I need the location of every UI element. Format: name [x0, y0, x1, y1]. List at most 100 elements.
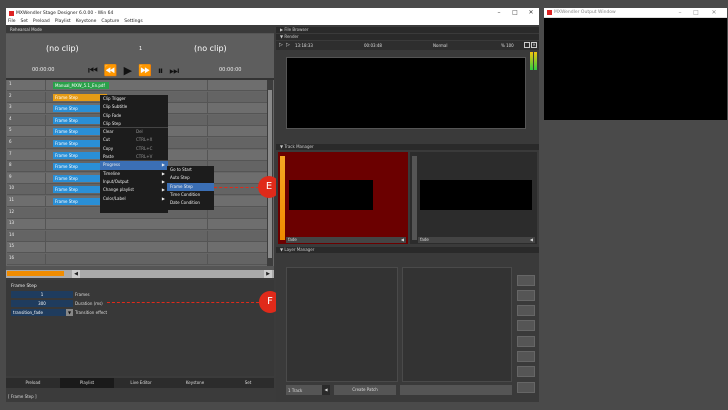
menu-preload[interactable]: Preload — [33, 19, 50, 24]
track-1-menu-icon[interactable]: ◀ — [401, 237, 404, 242]
layer-input-field[interactable] — [400, 385, 512, 395]
menu-item-clip-fade[interactable]: Clip Fade — [100, 112, 168, 120]
output-minimize-button[interactable]: – — [672, 8, 688, 18]
menu-item-input-output[interactable]: Input/Output ▶ — [100, 178, 168, 186]
table-row[interactable]: 1 Manual_MXW_5.1_En.pdf — [7, 80, 273, 91]
output-maximize-button[interactable]: □ — [688, 8, 704, 18]
track-2-menu-icon[interactable]: ◀ — [530, 237, 533, 242]
frames-field[interactable]: 1 — [11, 291, 73, 298]
row-divider — [45, 219, 46, 230]
menu-item-change-playlist[interactable]: Change playlist ▶ — [100, 186, 168, 194]
layer-slot-1[interactable] — [286, 267, 398, 382]
playlist-clip[interactable]: Frame Step — [53, 163, 107, 171]
maximize-button[interactable]: □ — [507, 8, 523, 18]
table-row[interactable]: 16 — [7, 254, 273, 265]
track-manager-header[interactable]: ▼ Track Manager — [276, 144, 539, 150]
step-back-icon[interactable]: ⏪ — [104, 64, 118, 77]
tab-playlist[interactable]: Playlist — [60, 378, 114, 388]
track-count-select[interactable]: 1 Track ◀ — [286, 385, 330, 395]
track-1[interactable]: fade ◀ — [278, 152, 408, 244]
tab-preload[interactable]: Preload — [6, 378, 60, 388]
menu-item-paste[interactable]: Paste CTRL+V — [100, 153, 168, 162]
playlist-clip[interactable]: Frame Step — [53, 151, 107, 159]
submenu-item-go-to-start[interactable]: Go to Start — [167, 166, 214, 174]
playlist-scrollbar[interactable] — [267, 80, 273, 266]
pause-icon[interactable]: ⏸ — [158, 64, 164, 77]
playlist-clip[interactable]: Frame Step — [53, 198, 107, 205]
chevron-down-icon[interactable]: ▼ — [66, 309, 73, 316]
close-button[interactable]: ✕ — [523, 8, 539, 18]
menu-item-clip-step[interactable]: Clip Step — [100, 120, 168, 129]
render-zoom[interactable]: % 100 — [501, 43, 514, 48]
layer-button-5[interactable] — [517, 336, 535, 347]
playlist-clip[interactable]: Frame Step — [53, 93, 107, 101]
layer-button-3[interactable] — [517, 305, 535, 316]
playlist-clip[interactable]: Manual_MXW_5.1_En.pdf — [53, 82, 109, 89]
menu-item-clip-trigger[interactable]: Clip Trigger — [100, 95, 168, 103]
playlist-clip[interactable]: Frame Step — [53, 140, 107, 147]
scrollbar-thumb[interactable] — [268, 90, 272, 258]
duration-field[interactable]: 300 — [11, 300, 73, 307]
skip-start-icon[interactable]: ⏮ — [88, 64, 98, 77]
render-next-icon[interactable]: ▷ — [286, 42, 290, 48]
menu-item-copy[interactable]: Copy CTRL+C — [100, 145, 168, 153]
playlist-hscroll[interactable]: ◀ ▶ — [6, 270, 274, 278]
table-row[interactable]: 14 — [7, 230, 273, 242]
track-2[interactable]: fade ◀ — [410, 152, 537, 244]
minimize-button[interactable]: – — [491, 8, 507, 18]
playlist-clip[interactable]: Frame Step — [53, 186, 107, 194]
submenu-item-date-condition[interactable]: Date Condition — [167, 199, 214, 207]
play-icon[interactable]: ▶ — [124, 64, 132, 77]
layer-button-2[interactable] — [517, 290, 535, 301]
menu-capture[interactable]: Capture — [101, 19, 119, 24]
row-divider — [207, 80, 208, 90]
submenu-item-time-condition[interactable]: Time Condition — [167, 191, 214, 199]
hscroll-right-icon[interactable]: ▶ — [264, 270, 272, 278]
render-play-icon[interactable]: ▷ — [279, 42, 283, 48]
playlist-clip[interactable]: Frame Step — [53, 174, 107, 182]
tab-live-editor[interactable]: Live Editor — [114, 378, 168, 388]
menu-item-timeline[interactable]: Timeline ▶ — [100, 170, 168, 178]
track-count-arrow-icon[interactable]: ◀ — [322, 385, 330, 395]
menu-item-progress[interactable]: Progress ▶ — [100, 161, 168, 170]
layer-button-8[interactable] — [517, 382, 535, 393]
layer-button-7[interactable] — [517, 366, 535, 377]
file-browser-header[interactable]: ▶ File Browser — [276, 27, 539, 33]
playlist-clip[interactable]: Frame Step — [53, 116, 107, 124]
hscroll-left-icon[interactable]: ◀ — [72, 270, 80, 278]
row-divider — [45, 184, 46, 195]
create-patch-button[interactable]: Create Patch — [334, 385, 396, 395]
menu-settings[interactable]: Settings — [124, 19, 142, 24]
submenu-item-auto-step[interactable]: Auto Step — [167, 174, 214, 182]
menu-item-color-label[interactable]: Color/Label ▶ — [100, 195, 168, 203]
menu-item-clear[interactable]: Clear Del — [100, 128, 168, 136]
menu-file[interactable]: File — [8, 19, 16, 24]
fullscreen-icon[interactable]: ✕ — [531, 42, 537, 48]
menu-playlist[interactable]: Playlist — [55, 19, 71, 24]
transition-select[interactable]: transition_fade ▼ — [11, 309, 73, 316]
menu-keystone[interactable]: Keystone — [76, 19, 97, 24]
tab-set[interactable]: Set — [222, 378, 274, 388]
layer-manager-header[interactable]: ▼ Layer Manager — [276, 247, 539, 253]
render-header[interactable]: ▼ Render — [276, 34, 539, 40]
row-number: 6 — [9, 139, 12, 144]
table-row[interactable]: 15 — [7, 242, 273, 254]
playlist-clip[interactable]: Frame Step — [53, 105, 107, 113]
track-1-footer: fade ◀ — [286, 237, 406, 243]
table-row[interactable]: 13 — [7, 219, 273, 231]
fast-forward-icon[interactable]: ⏩ — [138, 64, 152, 77]
layer-button-4[interactable] — [517, 320, 535, 331]
layer-button-1[interactable] — [517, 275, 535, 286]
output-close-button[interactable]: ✕ — [706, 8, 722, 18]
fit-icon[interactable] — [524, 42, 530, 48]
tab-keystone[interactable]: Keystone — [168, 378, 222, 388]
layer-button-6[interactable] — [517, 351, 535, 362]
menu-set[interactable]: Set — [21, 19, 28, 24]
playlist-clip[interactable]: Frame Step — [53, 128, 107, 136]
skip-end-icon[interactable]: ⏭ — [169, 64, 179, 77]
submenu-item-frame-step[interactable]: Frame Step — [167, 182, 214, 191]
layer-slot-2[interactable] — [402, 267, 512, 382]
menu-item-clip-subtitle[interactable]: Clip Subtitle — [100, 103, 168, 111]
level-meter-right — [534, 52, 537, 70]
menu-item-cut[interactable]: Cut CTRL+X — [100, 136, 168, 144]
